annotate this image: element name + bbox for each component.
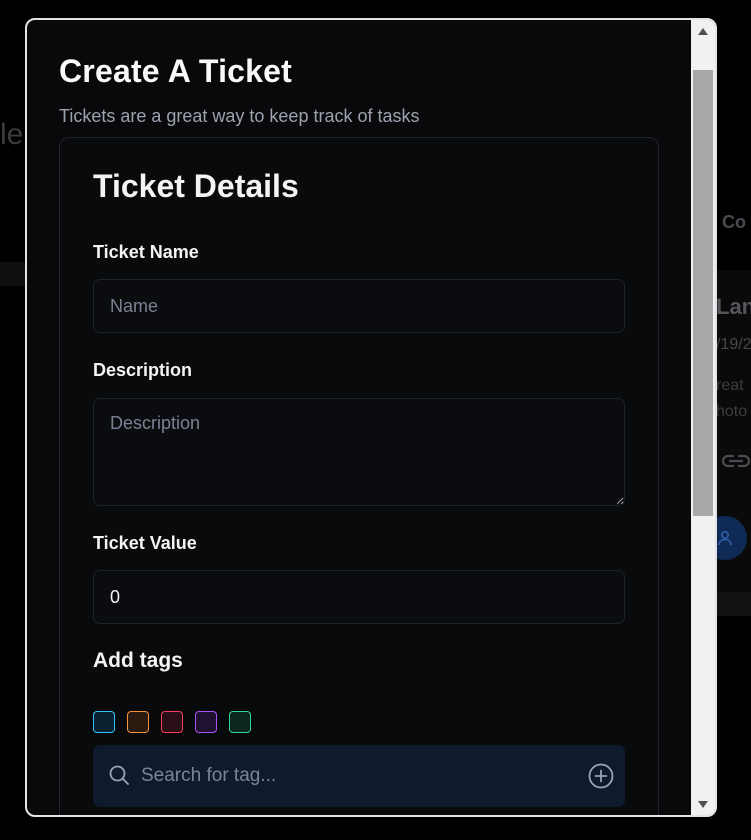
tag-color-swatch-green[interactable] [229, 711, 251, 733]
ticket-value-input[interactable] [93, 570, 625, 624]
background-divider [0, 262, 26, 286]
background-column-header: Co [722, 212, 746, 232]
ticket-name-label: Ticket Name [93, 242, 199, 262]
tag-color-swatch-orange[interactable] [127, 711, 149, 733]
background-card-text: reat [716, 377, 744, 394]
background-card-title: Lan [716, 294, 751, 319]
tag-search-input[interactable] [141, 745, 571, 807]
link-icon [721, 454, 751, 468]
background-divider [716, 592, 751, 616]
modal-title: Create A Ticket [59, 53, 293, 89]
ticket-details-card: Ticket Details Ticket Name Description T… [59, 137, 659, 815]
description-label: Description [93, 360, 193, 380]
card-title: Ticket Details [93, 168, 299, 204]
tag-search-box [93, 745, 625, 807]
tag-color-swatch-purple[interactable] [195, 711, 217, 733]
user-icon [718, 530, 732, 546]
scroll-down-button[interactable] [691, 793, 715, 815]
background-card-text: hoto [716, 403, 748, 420]
search-icon [109, 765, 129, 785]
modal-subtitle: Tickets are a great way to keep track of… [59, 106, 420, 126]
scroll-up-button[interactable] [691, 20, 715, 42]
tag-color-swatch-red[interactable] [161, 711, 183, 733]
plus-circle-icon[interactable] [588, 763, 614, 789]
background-card-date: /19/2 [716, 336, 751, 353]
scrollbar-thumb[interactable] [693, 70, 713, 516]
modal-content: Create A Ticket Tickets are a great way … [27, 20, 691, 815]
tag-color-swatches [93, 711, 251, 733]
ticket-value-label: Ticket Value [93, 533, 197, 553]
arrow-up-icon [698, 27, 708, 35]
ticket-name-input[interactable] [93, 279, 625, 333]
background-title-fragment: le [0, 118, 24, 151]
description-textarea[interactable] [93, 398, 625, 506]
create-ticket-modal: Create A Ticket Tickets are a great way … [25, 18, 717, 817]
add-tags-heading: Add tags [93, 649, 183, 672]
arrow-down-icon [698, 800, 708, 808]
tag-color-swatch-blue[interactable] [93, 711, 115, 733]
modal-scrollbar[interactable] [691, 20, 715, 815]
